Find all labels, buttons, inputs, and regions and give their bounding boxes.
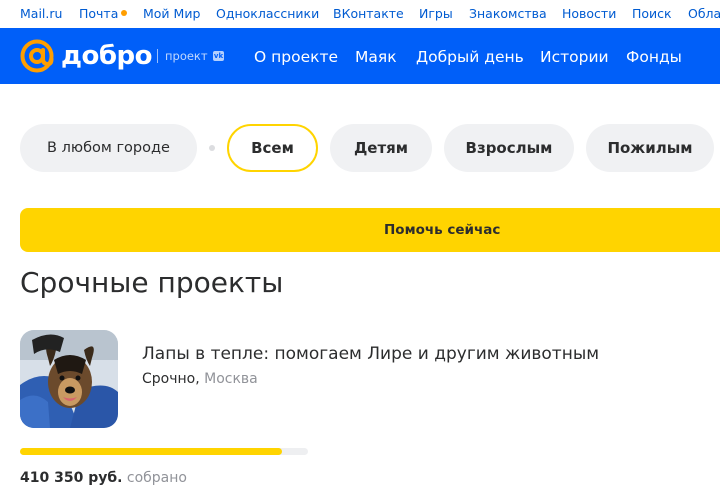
filter-adults[interactable]: Взрослым [444, 124, 574, 172]
filter-all[interactable]: Всем [227, 124, 318, 172]
nav-funds[interactable]: Фонды [626, 48, 682, 66]
raised-amount: 410 350 руб. [20, 470, 123, 486]
project-meta: Срочно, Москва [142, 371, 258, 387]
portal-link-search[interactable]: Поиск [632, 6, 672, 21]
filter-elderly[interactable]: Пожилым [586, 124, 714, 172]
unread-dot-icon [121, 10, 128, 16]
logo-wordmark[interactable]: добро [61, 41, 153, 71]
project-label: проект [165, 49, 208, 63]
project-thumbnail[interactable] [20, 330, 118, 428]
portal-link-vk[interactable]: ВКонтакте [333, 6, 404, 21]
portal-link-dating[interactable]: Знакомства [469, 6, 547, 21]
nav-stories[interactable]: Истории [540, 48, 609, 66]
portal-link-mailru[interactable]: Mail.ru [20, 6, 62, 21]
raised-label: собрано [126, 470, 187, 486]
vk-badge-icon: vk [213, 51, 224, 61]
portal-link-mail[interactable]: Почта [79, 6, 128, 21]
help-now-button[interactable]: Помочь сейчас [20, 208, 720, 252]
raised-summary: 410 350 руб. собрано [20, 470, 187, 486]
portal-link-cloud[interactable]: Обла [688, 6, 720, 21]
portal-link-ok[interactable]: Одноклассники [216, 6, 319, 21]
nav-about[interactable]: О проекте [254, 48, 338, 66]
dog-photo-icon [20, 330, 118, 428]
city-selector[interactable]: В любом городе [20, 124, 197, 172]
filter-children[interactable]: Детям [330, 124, 432, 172]
funding-progress-bar [20, 448, 308, 455]
nav-good-day[interactable]: Добрый день [416, 48, 524, 66]
portal-link-myworld[interactable]: Мой Мир [143, 6, 200, 21]
project-title-link[interactable]: Лапы в тепле: помогаем Лире и другим жив… [142, 344, 599, 364]
logo-divider [157, 49, 158, 63]
project-urgency: Срочно, [142, 371, 200, 387]
nav-mayak[interactable]: Маяк [355, 48, 397, 66]
portal-link-mail-label: Почта [79, 6, 119, 21]
at-sign-logo-icon[interactable] [20, 39, 54, 73]
portal-top-bar: Mail.ru Почта Мой Мир Одноклассники ВКон… [0, 0, 720, 28]
funding-progress-fill [20, 448, 283, 455]
project-city: Москва [204, 371, 258, 387]
section-title: Срочные проекты [20, 266, 284, 299]
site-header: добро проект vk О проекте Маяк Добрый де… [0, 28, 720, 84]
portal-link-games[interactable]: Игры [419, 6, 453, 21]
portal-link-news[interactable]: Новости [562, 6, 616, 21]
help-now-label: Помочь сейчас [384, 222, 501, 238]
filter-separator [209, 145, 215, 151]
